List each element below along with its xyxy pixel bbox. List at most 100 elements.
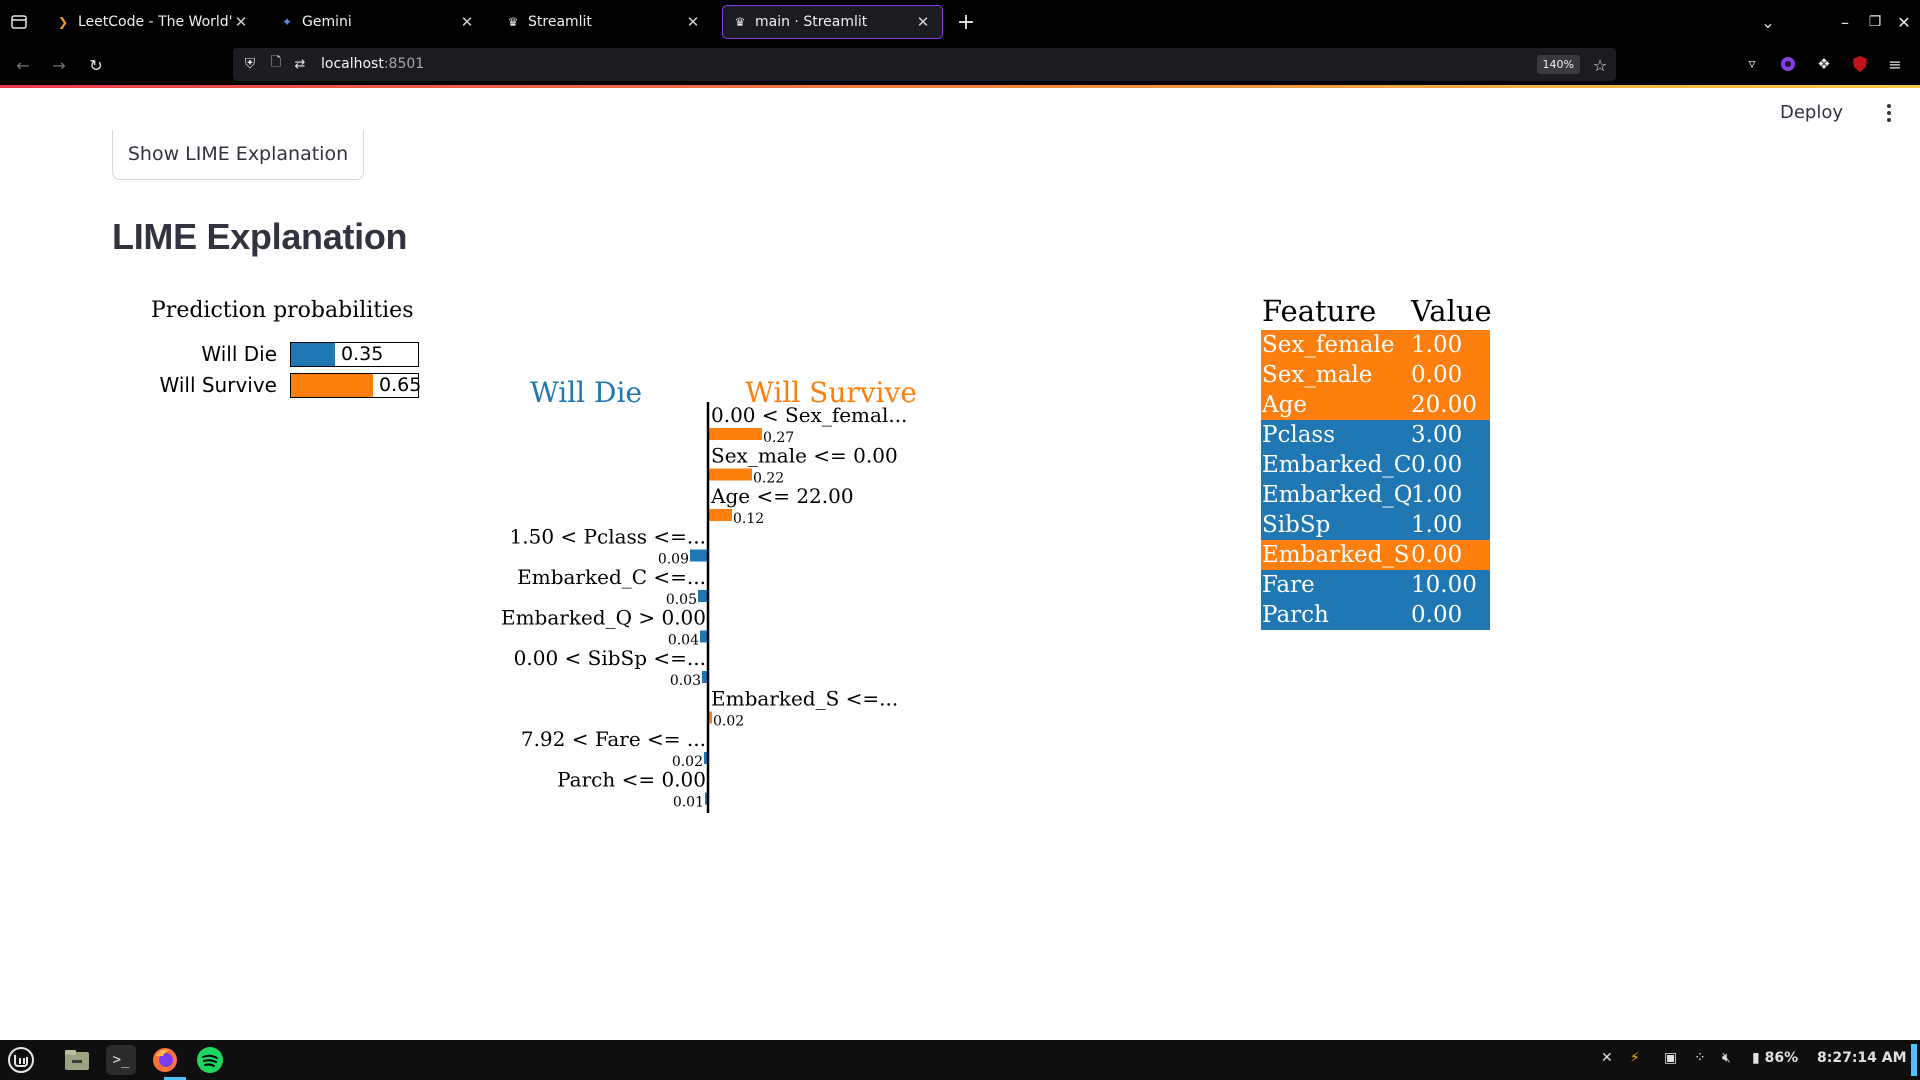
close-tab-icon[interactable]: ✕ xyxy=(458,13,476,31)
page-title: LIME Explanation xyxy=(112,216,408,257)
feature-name-cell: Sex_male xyxy=(1262,362,1373,388)
prob-bar-will-survive: 0.65 xyxy=(290,373,422,398)
feature-name-cell: Embarked_S xyxy=(1262,542,1410,568)
files-icon[interactable] xyxy=(62,1045,92,1075)
close-tab-icon[interactable]: ✕ xyxy=(684,13,702,31)
feature-weight-value: 0.02 xyxy=(713,714,744,730)
battery-percent: 86% xyxy=(1764,1050,1799,1066)
battery-indicator[interactable]: ▮ 86% xyxy=(1752,1050,1798,1066)
reload-icon[interactable]: ↻ xyxy=(85,54,107,76)
terminal-icon[interactable]: >_ xyxy=(106,1045,136,1075)
column-header-value: Value xyxy=(1411,294,1492,328)
shield-icon[interactable]: ⛨ xyxy=(241,55,259,73)
feature-condition-label: 1.50 < Pclass <=... xyxy=(510,525,706,549)
feature-condition-label: Embarked_Q > 0.00 xyxy=(501,606,706,630)
table-row: Sex_female 1.00 xyxy=(1261,330,1490,360)
feature-value-cell: 0.00 xyxy=(1411,602,1463,628)
feature-value-cell: 10.00 xyxy=(1411,572,1477,598)
feature-name-cell: Embarked_C xyxy=(1262,452,1411,478)
clock[interactable]: 8:27:14 AM xyxy=(1817,1050,1907,1066)
pocket-icon[interactable]: ▿ xyxy=(1742,54,1762,74)
table-row: SibSp 1.00 xyxy=(1261,510,1490,540)
prob-bar-will-die: 0.35 xyxy=(290,342,419,367)
page-icon: 🗋 xyxy=(270,55,282,70)
feature-weight-value: 0.12 xyxy=(733,511,764,527)
url-port: :8501 xyxy=(383,56,425,72)
url-text: localhost:8501 xyxy=(321,56,424,72)
table-row: Age 20.00 xyxy=(1261,390,1490,420)
prob-value-will-die: 0.35 xyxy=(341,343,384,365)
tab-title: LeetCode - The World's Leading xyxy=(78,14,232,30)
zoom-level-badge[interactable]: 140% xyxy=(1536,55,1580,74)
feature-condition-label: Embarked_S <=... xyxy=(711,687,898,711)
feature-name-cell: Parch xyxy=(1262,602,1329,628)
back-icon[interactable]: ← xyxy=(12,54,34,76)
notifications-close-icon[interactable]: ✕ xyxy=(1601,1050,1613,1066)
mint-menu-icon[interactable] xyxy=(6,1045,36,1075)
feature-name-cell: Age xyxy=(1262,392,1307,418)
spotify-icon[interactable] xyxy=(195,1045,225,1075)
feature-value-cell: 0.00 xyxy=(1411,362,1463,388)
forward-icon[interactable]: → xyxy=(48,54,70,76)
feature-weight-value: 0.01 xyxy=(673,795,704,811)
feature-weight-bar xyxy=(698,590,708,602)
show-lime-explanation-button[interactable]: Show LIME Explanation xyxy=(112,130,364,180)
main-menu-icon[interactable] xyxy=(1879,98,1899,128)
tab-overflow-icon[interactable]: ⌄ xyxy=(1758,12,1778,32)
tab-title: Streamlit xyxy=(528,14,592,30)
tab-leetcode[interactable]: ❯ LeetCode - The World's Leading ✕ xyxy=(46,5,260,39)
feature-value-cell: 1.00 xyxy=(1411,512,1463,538)
table-row: Sex_male 0.00 xyxy=(1261,360,1490,390)
streamlit-icon: ♛ xyxy=(734,15,746,29)
button-label: Show LIME Explanation xyxy=(127,143,349,165)
feature-weight-bar xyxy=(690,549,708,562)
extensions-icon[interactable]: ❖ xyxy=(1814,54,1834,74)
cpu-icon[interactable]: ▣ xyxy=(1664,1050,1677,1066)
restore-icon[interactable]: ❐ xyxy=(1866,12,1884,32)
close-tab-icon[interactable]: ✕ xyxy=(914,13,932,31)
lime-feature-weights-chart: Will Die Will Survive0.00 < Sex_femal...0… xyxy=(501,376,917,813)
table-body: Sex_female 1.00 Sex_male 0.00 Age 20.00 Pclass… xyxy=(1261,330,1490,630)
feature-value-table: Feature Value Sex_female 1.00 Sex_male 0.00… xyxy=(1261,288,1492,630)
feature-condition-label: Sex_male <= 0.00 xyxy=(711,444,898,468)
prob-value-will-survive: 0.65 xyxy=(379,374,422,396)
site-permissions-icon[interactable]: ⇄ xyxy=(291,55,309,73)
tab-gemini[interactable]: ✦ Gemini ✕ xyxy=(270,5,486,39)
table-row: Parch 0.00 xyxy=(1261,600,1490,630)
feature-condition-label: 0.00 < SibSp <=... xyxy=(514,646,706,670)
close-window-icon[interactable]: ✕ xyxy=(1895,12,1913,32)
feature-condition-label: 7.92 < Fare <= ... xyxy=(521,727,706,751)
feature-value-cell: 0.00 xyxy=(1411,452,1463,478)
feature-weight-bar xyxy=(708,468,752,481)
menu-icon[interactable]: ≡ xyxy=(1885,54,1905,74)
close-tab-icon[interactable]: ✕ xyxy=(232,13,250,31)
tab-streamlit[interactable]: ♛ Streamlit ✕ xyxy=(496,5,712,39)
ublock-icon[interactable] xyxy=(1850,54,1870,74)
power-manager-icon[interactable]: ⚡ xyxy=(1630,1050,1640,1066)
feature-name-cell: Pclass xyxy=(1262,422,1336,448)
tab-list-icon[interactable] xyxy=(8,12,30,32)
firefox-icon[interactable] xyxy=(150,1045,180,1075)
feature-condition-label: Parch <= 0.00 xyxy=(557,768,706,792)
bookmark-star-icon[interactable]: ☆ xyxy=(1590,55,1610,75)
streamlit-app: Deploy Show LIME Explanation LIME Explan… xyxy=(0,88,1920,1040)
network-icon[interactable]: ⁘ xyxy=(1694,1050,1706,1066)
table-header: Feature Value xyxy=(1261,288,1492,330)
account-icon[interactable] xyxy=(1778,54,1798,74)
feature-weight-bar xyxy=(708,509,732,521)
minimize-icon[interactable]: – xyxy=(1836,12,1854,32)
feature-value-cell: 3.00 xyxy=(1411,422,1463,448)
address-bar[interactable]: ⛨ 🗋 ⇄ localhost:8501 140% ☆ xyxy=(233,48,1616,81)
table-row: Embarked_C 0.00 xyxy=(1261,450,1490,480)
deploy-button[interactable]: Deploy xyxy=(1780,102,1843,123)
show-desktop-button[interactable] xyxy=(1911,1044,1917,1076)
tab-main-streamlit[interactable]: ♛ main · Streamlit ✕ xyxy=(722,5,943,39)
new-tab-button[interactable]: + xyxy=(954,10,978,35)
prob-fill-will-die xyxy=(291,343,335,366)
feature-value-cell: 0.00 xyxy=(1411,542,1463,568)
feature-condition-label: Embarked_C <=... xyxy=(517,565,706,589)
volume-muted-icon[interactable]: 🔇︎ xyxy=(1722,1050,1731,1066)
tab-title: Gemini xyxy=(302,14,352,30)
column-header-feature: Feature xyxy=(1262,294,1377,328)
browser-nav-bar: ← → ↻ ⛨ 🗋 ⇄ localhost:8501 140% ☆ ▿ ❖ ≡ xyxy=(0,44,1920,85)
